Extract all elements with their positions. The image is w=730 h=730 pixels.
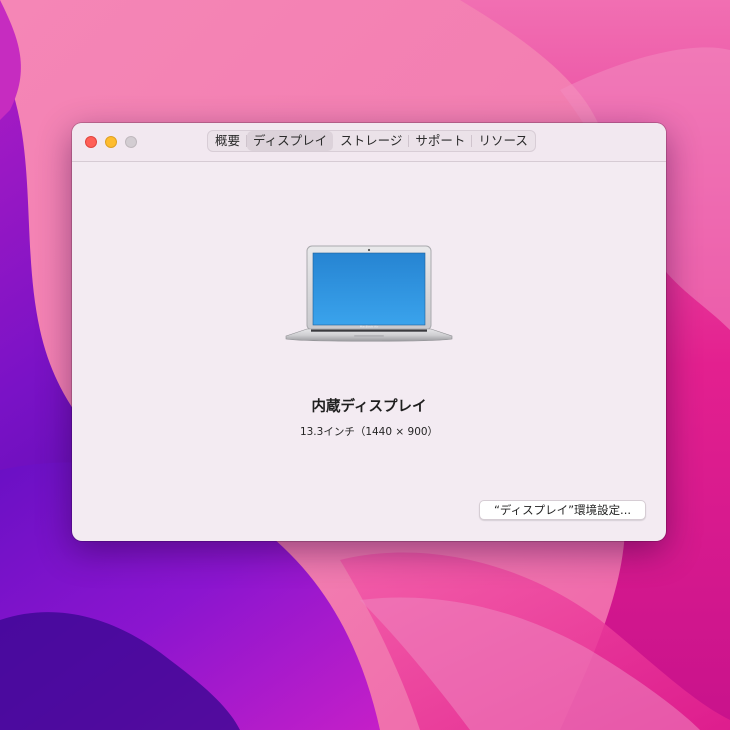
about-this-mac-window: 概要 ディスプレイ ストレージ サポート リソース MacBook Air 内蔵… [72, 123, 666, 541]
desktop-background: 概要 ディスプレイ ストレージ サポート リソース MacBook Air 内蔵… [0, 0, 730, 730]
close-button[interactable] [85, 136, 97, 148]
tab-display[interactable]: ディスプレイ [247, 131, 334, 151]
display-spec: 13.3インチ（1440 × 900） [299, 426, 439, 438]
tab-bar: 概要 ディスプレイ ストレージ サポート リソース [207, 130, 536, 152]
tab-overview[interactable]: 概要 [209, 131, 246, 151]
zoom-button [125, 136, 137, 148]
minimize-button[interactable] [105, 136, 117, 148]
tab-storage[interactable]: ストレージ [334, 131, 408, 151]
svg-text:MacBook Air: MacBook Air [360, 325, 379, 329]
tab-resources[interactable]: リソース [472, 131, 533, 151]
tab-support[interactable]: サポート [409, 131, 471, 151]
laptop-icon: MacBook Air [285, 245, 453, 342]
display-name: 内蔵ディスプレイ [311, 399, 427, 415]
display-preferences-button[interactable]: “ディスプレイ”環境設定... [479, 500, 646, 520]
window-titlebar[interactable]: 概要 ディスプレイ ストレージ サポート リソース [72, 123, 666, 162]
